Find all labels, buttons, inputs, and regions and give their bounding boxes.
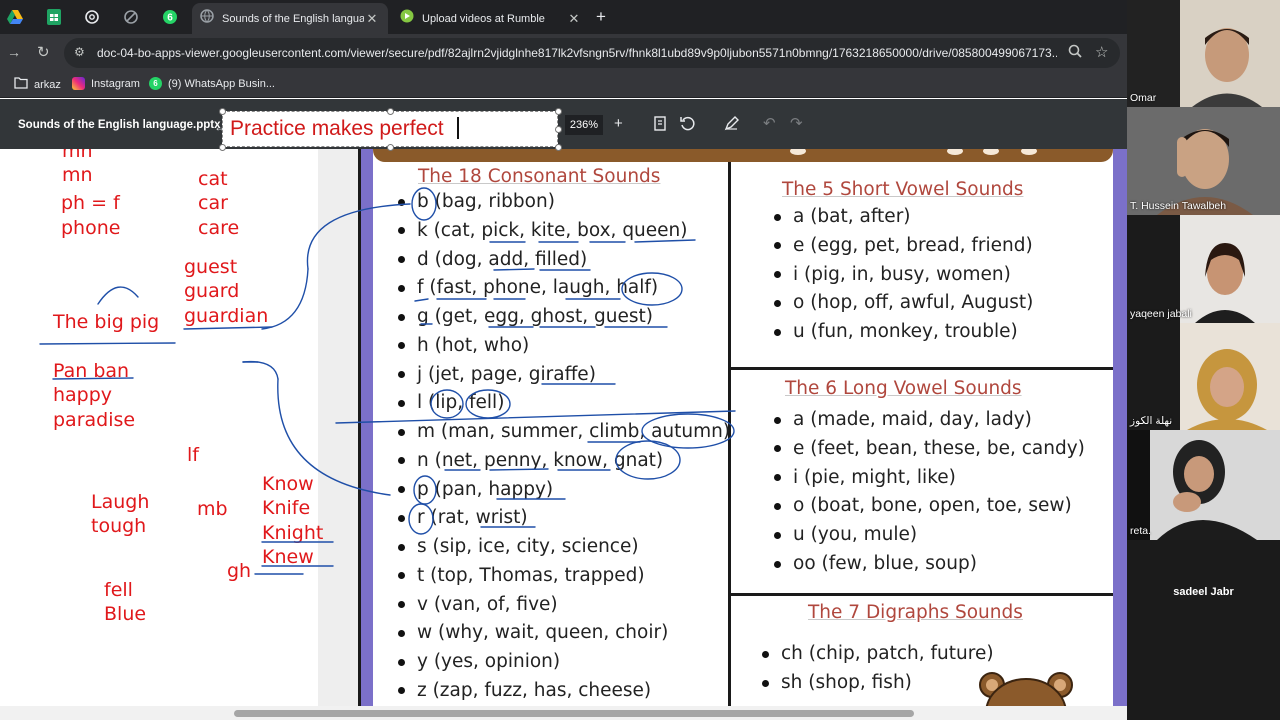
undo-icon[interactable]: ↶ bbox=[763, 116, 776, 132]
resize-handle[interactable] bbox=[219, 108, 226, 115]
participant-tile[interactable]: sadeel Jabr bbox=[1127, 540, 1280, 647]
move-cursor-icon: ↔ bbox=[214, 120, 226, 134]
folder-icon bbox=[14, 77, 34, 92]
bookmark-arkaz[interactable]: arkaz bbox=[14, 77, 61, 92]
video-reta bbox=[1127, 430, 1280, 540]
resize-handle[interactable] bbox=[555, 108, 562, 115]
address-toolbar: → ↻ ⚙ doc-04-bo-apps-viewer.googleuserco… bbox=[0, 34, 1127, 72]
text-cursor bbox=[457, 117, 459, 139]
bookmark-instagram[interactable]: Instagram bbox=[72, 77, 140, 90]
zoom-in-icon[interactable]: + bbox=[614, 116, 623, 132]
video-nahla bbox=[1127, 323, 1280, 430]
scrollbar-thumb[interactable] bbox=[234, 710, 914, 717]
screen: 6 Sounds of the English language.pptx ✕ … bbox=[0, 0, 1280, 720]
annotation-textbox[interactable]: Practice makes perfect bbox=[222, 111, 558, 147]
resize-handle[interactable] bbox=[219, 144, 226, 151]
blocked-site-icon[interactable] bbox=[121, 7, 141, 27]
video-hussein bbox=[1127, 107, 1280, 215]
tab-strip: 6 Sounds of the English language.pptx ✕ … bbox=[0, 0, 1127, 34]
close-tab-icon[interactable]: ✕ bbox=[364, 11, 380, 27]
participant-name: T. Hussein Tawalbeh bbox=[1130, 200, 1227, 212]
google-drive-icon[interactable] bbox=[5, 7, 25, 27]
bookmark-label: Instagram bbox=[91, 77, 140, 90]
participant-tile[interactable]: Omar bbox=[1127, 0, 1280, 107]
zoom-lens-icon[interactable] bbox=[1068, 44, 1082, 61]
google-globe-icon bbox=[200, 9, 214, 28]
bookmark-star-icon[interactable]: ☆ bbox=[1095, 43, 1108, 61]
participant-name: Omar bbox=[1130, 92, 1157, 104]
bookmark-label: arkaz bbox=[34, 78, 61, 91]
resize-handle[interactable] bbox=[387, 144, 394, 151]
video-yaqeen bbox=[1127, 215, 1280, 323]
google-sheets-icon[interactable] bbox=[44, 7, 64, 27]
zoom-level-field[interactable]: 236% bbox=[565, 115, 603, 135]
pdf-filename: Sounds of the English language.pptx bbox=[18, 119, 221, 131]
participants-panel: Omar T. Hussein Tawalbeh yaqeen jabali ن… bbox=[1127, 0, 1280, 720]
site-settings-icon[interactable]: ⚙ bbox=[74, 45, 85, 59]
blue-annotations bbox=[39, 187, 736, 575]
participant-name: نهلة الكوز bbox=[1130, 415, 1173, 427]
instagram-icon bbox=[72, 77, 85, 90]
horizontal-scrollbar[interactable] bbox=[0, 706, 1127, 720]
close-tab-icon[interactable]: ✕ bbox=[566, 11, 582, 27]
participant-tile[interactable]: yaqeen jabali bbox=[1127, 215, 1280, 323]
textbox-text[interactable]: Practice makes perfect bbox=[230, 117, 444, 141]
new-tab-icon[interactable]: + bbox=[596, 8, 606, 26]
participant-tile[interactable]: نهلة الكوز bbox=[1127, 323, 1280, 430]
participant-name: yaqeen jabali bbox=[1130, 308, 1192, 320]
url-text[interactable]: doc-04-bo-apps-viewer.googleusercontent.… bbox=[97, 46, 1057, 60]
chatgpt-icon[interactable] bbox=[82, 7, 102, 27]
bookmarks-bar: arkaz Instagram 6 (9) WhatsApp Busin... bbox=[0, 72, 1127, 98]
annotate-pen-icon[interactable] bbox=[724, 116, 739, 135]
resize-handle[interactable] bbox=[555, 126, 562, 133]
pdf-toolbar: Sounds of the English language.pptx 236%… bbox=[0, 99, 1127, 149]
participant-tile[interactable]: reta. bbox=[1127, 430, 1280, 540]
participant-name: reta. bbox=[1130, 525, 1152, 537]
reload-icon[interactable]: ↻ bbox=[37, 43, 50, 61]
tab-title: Upload videos at Rumble bbox=[422, 12, 545, 25]
tab-title: Sounds of the English language.pptx bbox=[222, 12, 364, 25]
tab-sounds-pptx[interactable]: Sounds of the English language.pptx ✕ bbox=[192, 3, 388, 34]
resize-handle[interactable] bbox=[387, 108, 394, 115]
fit-page-icon[interactable] bbox=[654, 116, 666, 135]
resize-handle[interactable] bbox=[555, 144, 562, 151]
bookmark-whatsapp-business[interactable]: 6 (9) WhatsApp Busin... bbox=[149, 77, 275, 90]
redo-icon[interactable]: ↷ bbox=[790, 116, 803, 132]
pdf-page-area[interactable]: mn mn ph = f phone cat car care guest gu… bbox=[0, 149, 1127, 706]
forward-arrow-icon[interactable]: → bbox=[7, 44, 21, 60]
bookmark-label: (9) WhatsApp Busin... bbox=[168, 77, 275, 90]
participant-tile[interactable]: T. Hussein Tawalbeh bbox=[1127, 107, 1280, 215]
omnibox[interactable]: ⚙ doc-04-bo-apps-viewer.googleuserconten… bbox=[64, 38, 1120, 68]
rumble-icon bbox=[400, 9, 414, 28]
participant-name: sadeel Jabr bbox=[1173, 586, 1234, 598]
whatsapp-tab-icon[interactable]: 6 bbox=[160, 7, 180, 27]
tab-rumble[interactable]: Upload videos at Rumble ✕ bbox=[392, 3, 590, 34]
video-omar bbox=[1127, 0, 1280, 107]
whatsapp-icon: 6 bbox=[149, 77, 162, 90]
rotate-icon[interactable] bbox=[680, 116, 695, 135]
whatsapp-badge: 6 bbox=[167, 13, 173, 24]
